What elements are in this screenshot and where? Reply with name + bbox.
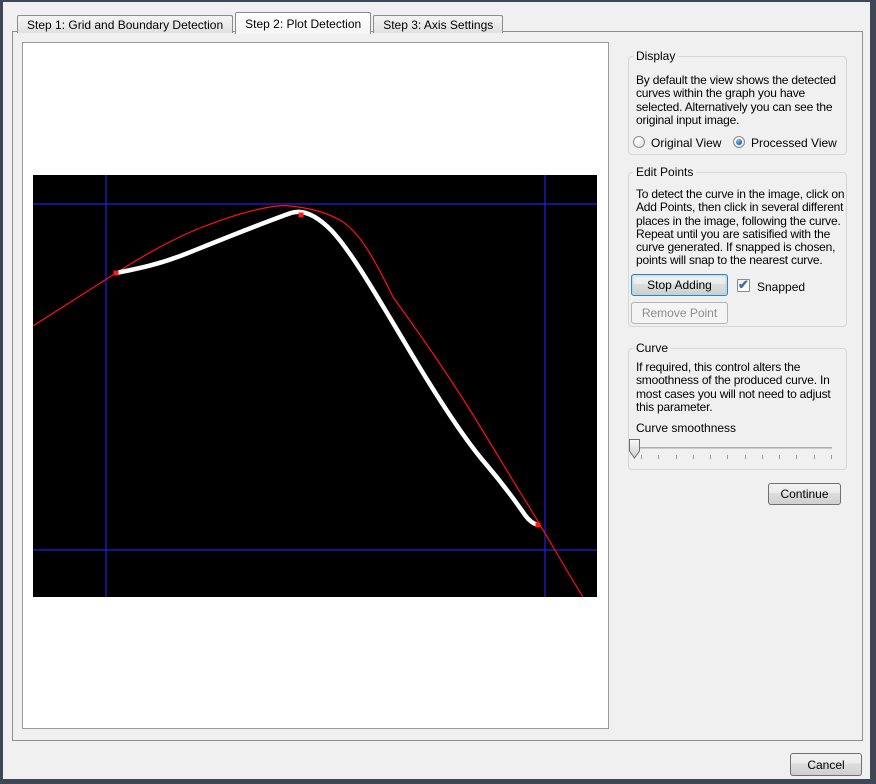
slider-tick	[745, 455, 746, 459]
display-description: By default the view shows the detected c…	[636, 74, 847, 127]
application-window: Step 1: Grid and Boundary Detection Step…	[0, 0, 876, 784]
slider-tick-marks	[641, 455, 833, 459]
display-group-title: Display	[633, 49, 678, 63]
slider-tick	[779, 455, 780, 459]
continue-button-label: Continue	[780, 487, 828, 501]
tab-step2-label: Step 2: Plot Detection	[245, 17, 361, 31]
slider-tick	[814, 455, 815, 459]
slider-tick	[676, 455, 677, 459]
processed-view-label[interactable]: Processed View	[751, 136, 837, 150]
tab-step2-plot-detection[interactable]: Step 2: Plot Detection	[235, 12, 371, 34]
slider-tick	[693, 455, 694, 459]
remove-point-button: Remove Point	[631, 302, 728, 324]
tab-step3-axis-settings[interactable]: Step 3: Axis Settings	[373, 15, 503, 33]
slider-tick	[658, 455, 659, 459]
plot-canvas[interactable]	[33, 175, 597, 597]
slider-tick	[796, 455, 797, 459]
cancel-button-label: Cancel	[807, 758, 844, 772]
stop-adding-button-label: Stop Adding	[647, 278, 712, 292]
tab-step3-label: Step 3: Axis Settings	[383, 18, 493, 32]
slider-tick	[727, 455, 728, 459]
slider-tick	[641, 455, 642, 459]
slider-thumb-icon	[629, 439, 641, 459]
curve-group-title: Curve	[633, 341, 671, 355]
original-view-label[interactable]: Original View	[651, 136, 721, 150]
slider-tick	[762, 455, 763, 459]
snapped-checkbox[interactable]: ✔	[737, 279, 750, 292]
curve-smoothness-label: Curve smoothness	[636, 421, 736, 435]
cancel-button[interactable]: Cancel	[790, 753, 862, 776]
continue-button[interactable]: Continue	[768, 483, 841, 505]
tab-step1-grid-boundary[interactable]: Step 1: Grid and Boundary Detection	[17, 15, 233, 33]
curve-description: If required, this control alters the smo…	[636, 361, 847, 414]
wizard-tabbar: Step 1: Grid and Boundary Detection Step…	[17, 11, 505, 33]
radio-selected-dot	[736, 139, 742, 145]
edit-points-group-title: Edit Points	[633, 165, 696, 179]
stop-adding-button[interactable]: Stop Adding	[631, 274, 728, 296]
processed-plot-image[interactable]	[33, 175, 597, 597]
checkmark-icon: ✔	[738, 277, 749, 293]
edit-points-description: To detect the curve in the image, click …	[636, 188, 847, 268]
tab-step1-label: Step 1: Grid and Boundary Detection	[27, 18, 223, 32]
original-view-radio[interactable]	[633, 136, 645, 148]
processed-view-radio[interactable]	[733, 136, 745, 148]
snapped-checkbox-label[interactable]: Snapped	[757, 280, 805, 294]
slider-tick	[831, 455, 832, 459]
slider-tick	[710, 455, 711, 459]
curve-smoothness-slider-thumb[interactable]	[629, 439, 641, 462]
remove-point-button-label: Remove Point	[642, 306, 717, 320]
curve-smoothness-slider-track[interactable]	[637, 447, 832, 449]
